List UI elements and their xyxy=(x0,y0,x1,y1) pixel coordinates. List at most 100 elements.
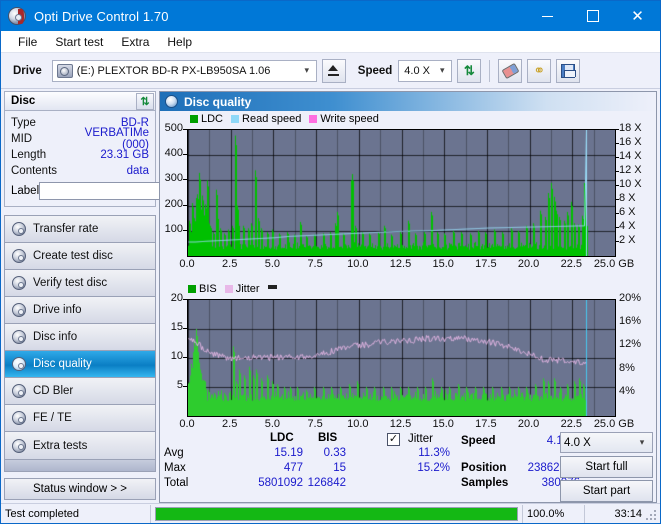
disc-refresh-button[interactable]: ⇅ xyxy=(136,92,154,110)
y2-axis-tick-label: 12% xyxy=(619,338,642,351)
nav-list: Transfer rate Create test disc Verify te… xyxy=(4,215,156,460)
title-bar: Opti Drive Control 1.70 ✕ xyxy=(1,1,660,31)
minimize-button[interactable] xyxy=(525,1,570,31)
menu-start-test[interactable]: Start test xyxy=(46,33,112,51)
y-axis-tick-label: 5 xyxy=(176,379,183,391)
y-axis-tick-mark xyxy=(183,230,187,231)
y-axis-tick-label: 15 xyxy=(170,321,183,333)
sidebar-item-label: FE / TE xyxy=(33,412,72,424)
disc-icon xyxy=(12,438,26,453)
disc-panel-title: Disc xyxy=(11,95,36,107)
menu-extra[interactable]: Extra xyxy=(112,33,158,51)
close-icon[interactable]: ✕ xyxy=(615,1,660,31)
stats-total-bis: 126842 xyxy=(307,477,346,489)
y-axis-tick-label: 10 xyxy=(170,350,183,362)
y-axis-tick-mark xyxy=(183,357,187,358)
y2-axis-tick-mark xyxy=(615,227,619,228)
legend-label-jitter: Jitter xyxy=(235,283,260,295)
resize-grip-icon[interactable] xyxy=(646,507,658,520)
stats-avg-ldc: 15.19 xyxy=(274,447,303,459)
disc-quality-icon xyxy=(165,95,178,108)
bis-plot-area[interactable] xyxy=(187,299,616,417)
ldc-canvas xyxy=(188,130,615,256)
bis-canvas xyxy=(188,300,615,416)
sidebar-item-disc-info[interactable]: Disc info xyxy=(5,324,155,351)
disc-row-key: Length xyxy=(11,149,47,161)
y2-axis-tick-label: 8% xyxy=(619,361,635,374)
disc-icon xyxy=(12,303,26,317)
stats-speed-select[interactable]: 4.0 X ▾ xyxy=(560,432,653,453)
sidebar-item-verify-test-disc[interactable]: Verify test disc xyxy=(5,270,155,297)
charts-area: LDC Read speed Write speed 100 200 300 400 5… xyxy=(160,111,656,430)
tools-button[interactable]: ⚭ xyxy=(527,58,552,83)
speed-select[interactable]: 4.0 X ▾ xyxy=(398,59,453,82)
legend-swatch-bis xyxy=(188,285,196,293)
stats-row-total: Total xyxy=(164,477,189,489)
progress-percent: 100.0% xyxy=(522,504,584,523)
sidebar-item-transfer-rate[interactable]: Transfer rate xyxy=(5,216,155,243)
y2-axis-tick-mark xyxy=(615,171,619,172)
legend-label-bis: BIS xyxy=(199,283,217,295)
disc-row-contents: Contents data xyxy=(11,163,149,179)
y2-axis-tick-label: 4 X xyxy=(619,220,636,232)
sidebar-item-drive-info[interactable]: Drive info xyxy=(5,297,155,324)
menu-help[interactable]: Help xyxy=(158,33,201,51)
sidebar-item-label: Disc quality xyxy=(33,358,92,370)
save-button[interactable] xyxy=(556,58,581,83)
chevron-down-icon: ▾ xyxy=(639,437,645,447)
toolbar-separator xyxy=(489,59,491,82)
jitter-checkbox[interactable]: ✓ xyxy=(387,433,400,446)
sidebar-item-cd-bler[interactable]: CD Bler xyxy=(5,378,155,405)
y2-axis-tick-mark xyxy=(615,199,619,200)
refresh-button[interactable]: ⇅ xyxy=(457,58,482,83)
stats-row-avg: Avg xyxy=(164,447,184,459)
sidebar-item-create-test-disc[interactable]: Create test disc xyxy=(5,243,155,270)
drive-toolbar: Drive (E:) PLEXTOR BD-R PX-LB950SA 1.06 … xyxy=(1,53,660,89)
y2-axis-tick-label: 10 X xyxy=(619,178,642,190)
y-axis-tick-label: 300 xyxy=(164,172,183,185)
sidebar-item-fe-te[interactable]: FE / TE xyxy=(5,405,155,432)
y2-axis-tick-label: 20% xyxy=(619,292,642,304)
sidebar-item-label: Create test disc xyxy=(33,250,113,262)
save-icon xyxy=(561,63,577,78)
ldc-plot-area[interactable] xyxy=(187,129,616,257)
stats-panel: LDC BIS Avg Max Total 15.19 477 5801092 … xyxy=(160,430,656,502)
y2-axis-tick-mark xyxy=(615,143,619,144)
legend-swatch-jitter xyxy=(224,285,233,293)
menu-file[interactable]: File xyxy=(9,33,46,51)
disc-icon xyxy=(12,411,26,425)
bis-chart-legend: BIS Jitter xyxy=(188,283,277,295)
menu-bar: File Start test Extra Help xyxy=(1,31,660,53)
status-window-button[interactable]: Status window > > xyxy=(4,478,156,500)
y2-axis-tick-label: 6 X xyxy=(619,206,636,218)
start-part-button[interactable]: Start part xyxy=(560,480,653,502)
y-axis-tick-label: 500 xyxy=(164,122,183,134)
disc-row-value: VERBATIMe (000) xyxy=(84,127,149,151)
disc-icon xyxy=(12,276,26,290)
stats-samples-label: Samples xyxy=(461,477,509,489)
eject-icon xyxy=(328,65,340,76)
y2-axis-tick-mark xyxy=(615,241,619,242)
stats-col-bis: BIS xyxy=(318,432,338,444)
sidebar-item-label: CD Bler xyxy=(33,385,74,397)
chevron-down-icon: ▾ xyxy=(440,65,445,75)
erase-button[interactable] xyxy=(498,58,523,83)
y2-axis-tick-label: 4% xyxy=(619,384,635,397)
y-axis-tick-mark xyxy=(183,328,187,329)
stats-jitter-max: 15.2% xyxy=(417,462,450,474)
sidebar-item-extra-tests[interactable]: Extra tests xyxy=(5,432,155,459)
sidebar-item-disc-quality[interactable]: Disc quality xyxy=(5,351,155,378)
maximize-button[interactable] xyxy=(570,1,615,31)
chart-marker-icon xyxy=(267,284,277,289)
eject-button[interactable] xyxy=(321,58,346,83)
status-message: Test completed xyxy=(1,504,151,523)
drive-select[interactable]: (E:) PLEXTOR BD-R PX-LB950SA 1.06 ▾ xyxy=(51,59,317,82)
bis-chart: BIS Jitter 5 10 15 20 4% 8% 12% 16% 20% 0.0 2.5 5… xyxy=(160,283,656,443)
y-axis-tick-mark xyxy=(183,129,187,130)
refresh-icon: ⇅ xyxy=(140,95,150,108)
stats-position-label: Position xyxy=(461,462,507,474)
stats-max-bis: 15 xyxy=(333,462,346,474)
y2-axis-tick-mark xyxy=(615,129,619,130)
start-full-button[interactable]: Start full xyxy=(560,456,653,478)
disc-row-value: 23.31 GB xyxy=(100,149,149,161)
